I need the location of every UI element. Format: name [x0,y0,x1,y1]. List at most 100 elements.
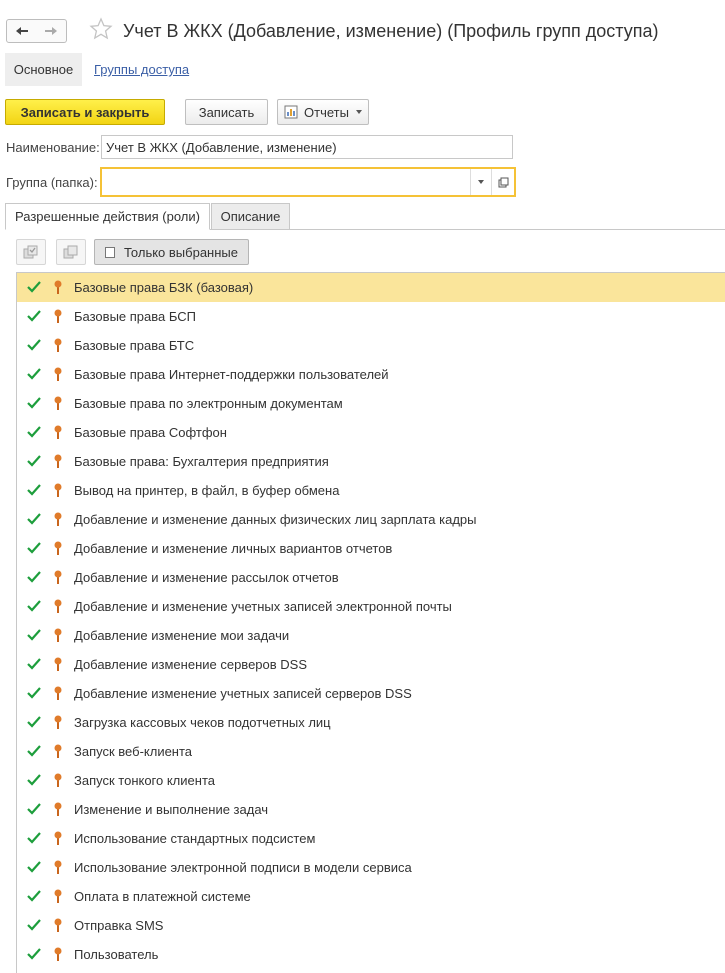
role-label: Отправка SMS [74,918,164,933]
checkmark-icon[interactable] [27,657,41,671]
checkmark-icon[interactable] [27,541,41,555]
checkmark-icon[interactable] [27,425,41,439]
checkmark-icon[interactable] [27,599,41,613]
role-label: Базовые права по электронным документам [74,396,343,411]
role-row[interactable]: Запуск тонкого клиента [17,766,725,795]
role-key-icon [54,686,62,700]
role-key-icon [54,454,62,468]
name-field[interactable]: Учет В ЖКХ (Добавление, изменение) [101,135,513,159]
favorite-star-icon[interactable] [89,17,113,41]
reports-button[interactable]: Отчеты [277,99,369,125]
checkmark-icon[interactable] [27,744,41,758]
role-key-icon [54,802,62,816]
checkmark-icon[interactable] [27,889,41,903]
role-label: Оплата в платежной системе [74,889,251,904]
checkmark-icon[interactable] [27,918,41,932]
checkmark-icon[interactable] [27,570,41,584]
role-label: Изменение и выполнение задач [74,802,269,817]
checkmark-icon[interactable] [27,860,41,874]
role-row[interactable]: Запуск веб-клиента [17,737,725,766]
tab-description[interactable]: Описание [211,203,290,230]
only-selected-label: Только выбранные [124,244,238,260]
role-key-icon [54,715,62,729]
role-key-icon [54,396,62,410]
checkmark-icon[interactable] [27,367,41,381]
window-title: Учет В ЖКХ (Добавление, изменение) (Проф… [123,21,659,41]
role-row[interactable]: Добавление и изменение личных вариантов … [17,534,725,563]
role-row[interactable]: Отправка SMS [17,911,725,940]
open-window-icon [498,177,508,187]
role-key-icon [54,280,62,294]
role-label: Добавление изменение серверов DSS [74,657,308,672]
tab-roles[interactable]: Разрешенные действия (роли) [5,203,210,230]
role-row[interactable]: Загрузка кассовых чеков подотчетных лиц [17,708,725,737]
role-row[interactable]: Добавление изменение серверов DSS [17,650,725,679]
role-label: Базовые права БСП [74,309,196,324]
checkmark-icon[interactable] [27,715,41,729]
section-link-access-groups[interactable]: Группы доступа [94,62,189,77]
checkmark-icon[interactable] [27,454,41,468]
role-row[interactable]: Оплата в платежной системе [17,882,725,911]
role-row[interactable]: Базовые права БТС [17,331,725,360]
role-label: Базовые права БЗК (базовая) [74,280,254,295]
checkmark-icon[interactable] [27,280,41,294]
roles-list[interactable]: Базовые права БЗК (базовая) Базовые права… [16,272,725,973]
checkmark-icon[interactable] [27,947,41,961]
role-key-icon [54,657,62,671]
group-field[interactable] [100,167,516,197]
role-label: Базовые права Интернет-поддержки пользов… [74,367,389,382]
reports-label: Отчеты [304,104,349,120]
role-label: Использование стандартных подсистем [74,831,316,846]
role-row[interactable]: Добавление и изменение учетных записей э… [17,592,725,621]
role-row[interactable]: Добавление и изменение данных физических… [17,505,725,534]
role-label: Использование электронной подписи в моде… [74,860,412,875]
uncheck-all-icon [63,245,78,259]
checkmark-icon[interactable] [27,512,41,526]
group-input[interactable] [102,169,470,195]
role-row[interactable]: Добавление и изменение рассылок отчетов [17,563,725,592]
group-dropdown-button[interactable] [470,169,491,195]
only-selected-toggle[interactable]: Только выбранные [94,239,249,265]
checkmark-icon[interactable] [27,396,41,410]
role-row[interactable]: Базовые права: Бухгалтерия предприятия [17,447,725,476]
checkmark-icon[interactable] [27,309,41,323]
role-key-icon [54,570,62,584]
role-row[interactable]: Вывод на принтер, в файл, в буфер обмена [17,476,725,505]
role-row[interactable]: Добавление изменение мои задачи [17,621,725,650]
role-label: Базовые права: Бухгалтерия предприятия [74,454,329,469]
role-row[interactable]: Базовые права БЗК (базовая) [17,273,725,302]
role-key-icon [54,338,62,352]
back-button[interactable] [6,19,37,43]
checkmark-icon[interactable] [27,628,41,642]
save-button[interactable]: Записать [185,99,268,125]
role-row[interactable]: Использование стандартных подсистем [17,824,725,853]
check-all-button[interactable] [16,239,46,265]
group-open-button[interactable] [491,169,514,195]
checkmark-icon[interactable] [27,802,41,816]
role-row[interactable]: Пользователь [17,940,725,969]
role-label: Добавление и изменение личных вариантов … [74,541,393,556]
forward-button[interactable] [36,19,67,43]
checkmark-icon[interactable] [27,338,41,352]
section-main[interactable]: Основное [5,53,82,86]
checkmark-icon[interactable] [27,831,41,845]
uncheck-all-button[interactable] [56,239,86,265]
role-row[interactable]: Базовые права Интернет-поддержки пользов… [17,360,725,389]
role-key-icon [54,309,62,323]
role-row[interactable]: Добавление изменение учетных записей сер… [17,679,725,708]
role-row[interactable]: Базовые права БСП [17,302,725,331]
save-and-close-button[interactable]: Записать и закрыть [5,99,165,125]
checkmark-icon[interactable] [27,686,41,700]
chevron-down-icon [355,110,362,114]
role-row[interactable]: Базовые права Софтфон [17,418,725,447]
role-label: Пользователь [74,947,159,962]
role-row[interactable]: Изменение и выполнение задач [17,795,725,824]
checkmark-icon[interactable] [27,483,41,497]
role-label: Запуск веб-клиента [74,744,193,759]
role-label: Запуск тонкого клиента [74,773,215,788]
report-icon [284,105,298,119]
role-key-icon [54,367,62,381]
role-row[interactable]: Использование электронной подписи в моде… [17,853,725,882]
role-row[interactable]: Базовые права по электронным документам [17,389,725,418]
checkmark-icon[interactable] [27,773,41,787]
